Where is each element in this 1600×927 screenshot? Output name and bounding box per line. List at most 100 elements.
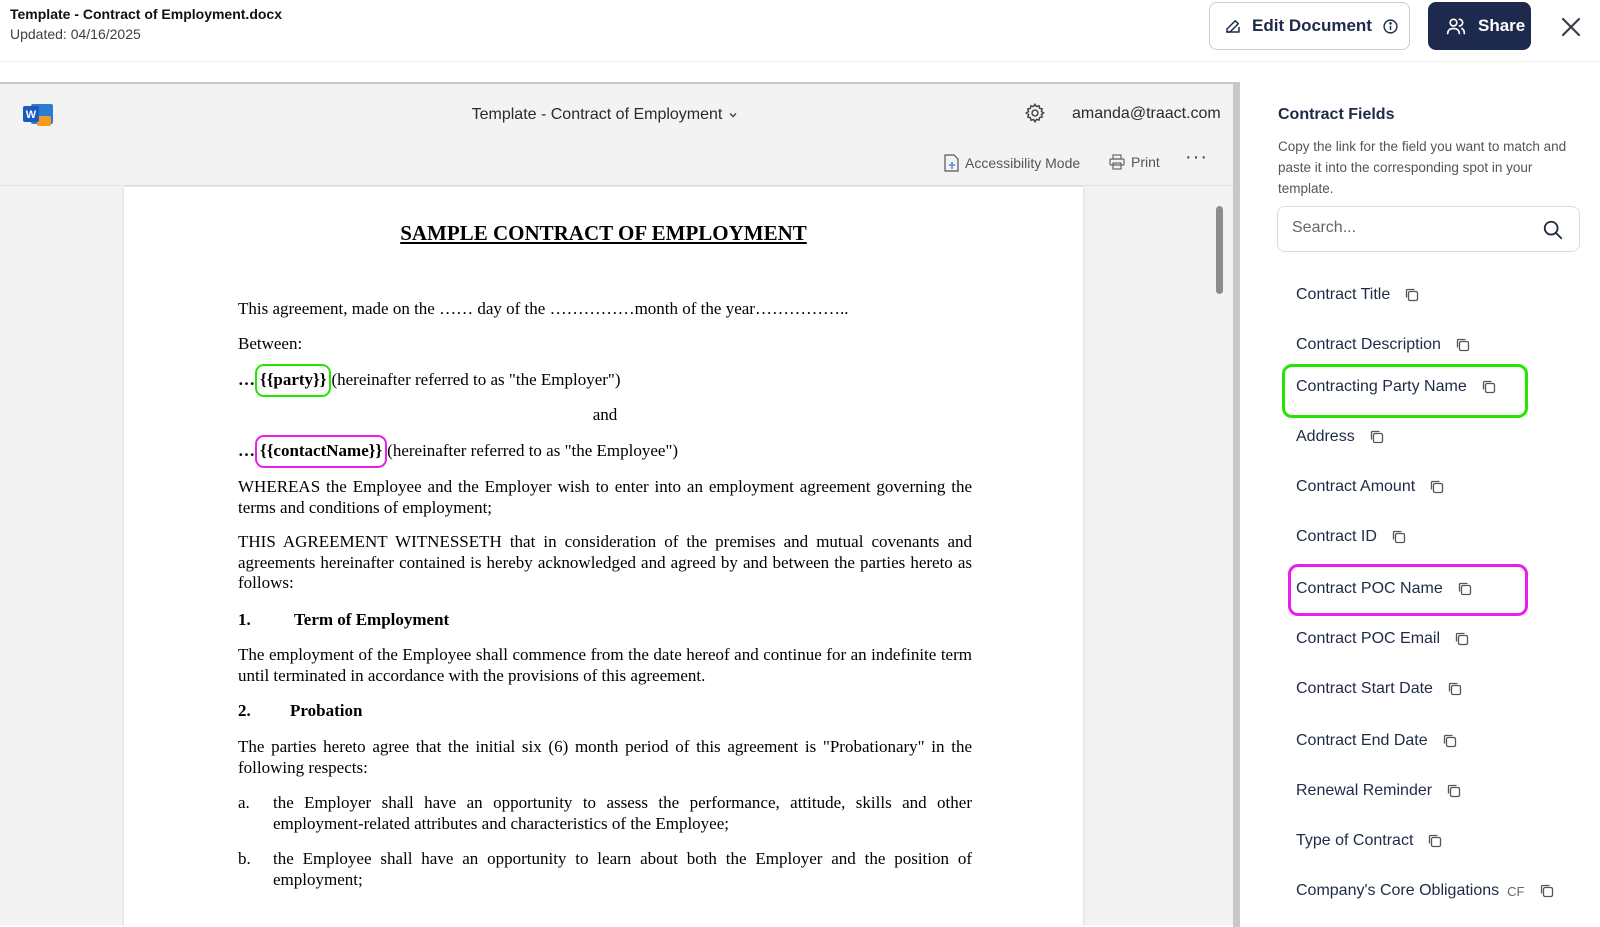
contact-prefix: … <box>238 441 255 460</box>
list-item-text: the Employee shall have an opportunity t… <box>273 849 972 889</box>
document-viewer: W Template - Contract of Employment aman… <box>0 82 1240 927</box>
party-placeholder: {{party}} <box>255 364 332 397</box>
document-page: SAMPLE CONTRACT OF EMPLOYMENT This agree… <box>124 187 1083 927</box>
contract-fields-panel: Contract Fields Copy the link for the fi… <box>1258 82 1600 925</box>
contract-field-label: Company's Core Obligations <box>1296 882 1500 899</box>
more-options-button[interactable]: ··· <box>1185 146 1208 169</box>
contact-name-placeholder: {{contactName}} <box>255 435 388 468</box>
list-item: b. the Employee shall have an opportunit… <box>238 849 972 893</box>
contract-field-label: Contract POC Email <box>1296 630 1441 647</box>
contract-field-label: Contract POC Name <box>1296 580 1443 597</box>
section-1-text: The employment of the Employee shall com… <box>238 645 972 685</box>
contract-field-item[interactable]: Type of Contract <box>1296 832 1443 850</box>
print-label: Print <box>1131 154 1160 170</box>
contract-field-label: Renewal Reminder <box>1296 782 1433 799</box>
edit-document-label: Edit Document <box>1252 16 1372 35</box>
contract-field-item[interactable]: Contract Title <box>1296 286 1420 304</box>
and-label: and <box>592 405 618 424</box>
contract-field-item[interactable]: Address <box>1296 428 1385 446</box>
section-2-text: The parties hereto agree that the initia… <box>238 737 972 777</box>
users-icon <box>1446 18 1466 35</box>
contract-field-item[interactable]: Contract POC Name <box>1296 580 1473 598</box>
copy-icon[interactable] <box>1447 681 1463 697</box>
contact-suffix: (hereinafter referred to as "the Employe… <box>387 441 679 460</box>
contract-field-label: Contract End Date <box>1296 732 1428 749</box>
between-label: Between: <box>238 334 303 353</box>
close-icon <box>1561 17 1581 37</box>
document-title: SAMPLE CONTRACT OF EMPLOYMENT <box>400 221 807 245</box>
copy-icon[interactable] <box>1446 783 1462 799</box>
section-1-number: 1. <box>238 610 251 629</box>
list-item-marker: a. <box>238 793 250 812</box>
contract-field-label: Contract ID <box>1296 528 1377 545</box>
copy-icon[interactable] <box>1539 883 1555 899</box>
party-suffix: (hereinafter referred to as "the Employe… <box>331 370 621 389</box>
whereas-paragraph: WHEREAS the Employee and the Employer wi… <box>238 477 972 517</box>
contract-field-label: Contracting Party Name <box>1296 378 1467 395</box>
gear-icon[interactable] <box>1024 102 1046 124</box>
viewer-edge-track <box>1233 84 1240 927</box>
contract-field-item[interactable]: Contract Start Date <box>1296 680 1463 698</box>
list-item: a. the Employer shall have an opportunit… <box>238 793 972 837</box>
share-label: Share <box>1478 16 1526 35</box>
share-button[interactable]: Share <box>1428 2 1531 50</box>
party-prefix: … <box>238 370 255 389</box>
contract-field-item[interactable]: Contract POC Email <box>1296 630 1470 648</box>
party-line: … {{party}} (hereinafter referred to as "t… <box>238 364 972 397</box>
copy-icon[interactable] <box>1369 429 1385 445</box>
contract-field-item[interactable]: Contract ID <box>1296 528 1407 546</box>
file-title: Template - Contract of Employment.docx <box>10 6 282 22</box>
copy-icon[interactable] <box>1455 337 1471 353</box>
accessibility-mode-label: Accessibility Mode <box>965 155 1081 171</box>
panel-description: Copy the link for the field you want to … <box>1278 139 1567 196</box>
edit-icon <box>1226 20 1240 33</box>
copy-icon[interactable] <box>1481 379 1497 395</box>
contract-field-label: Contract Amount <box>1296 478 1416 495</box>
copy-icon[interactable] <box>1457 581 1473 597</box>
list-item-text: the Employer shall have an opportunity t… <box>273 793 972 833</box>
info-icon[interactable] <box>1382 18 1399 35</box>
contract-field-item[interactable]: Company's Core Obligations CF <box>1296 882 1555 900</box>
copy-icon[interactable] <box>1404 287 1420 303</box>
search-box <box>1277 206 1580 252</box>
copy-icon[interactable] <box>1429 479 1445 495</box>
contract-field-item[interactable]: Contract Description <box>1296 336 1471 354</box>
copy-icon[interactable] <box>1454 631 1470 647</box>
viewer-toolbar: W Template - Contract of Employment aman… <box>0 84 1240 186</box>
contract-field-label: Address <box>1296 428 1355 445</box>
contract-field-label: Contract Start Date <box>1296 680 1433 697</box>
contract-field-item[interactable]: Renewal Reminder <box>1296 782 1462 800</box>
contact-line: … {{contactName}} (hereinafter referred to… <box>238 435 972 468</box>
file-updated-date: Updated: 04/16/2025 <box>10 26 141 42</box>
intro-paragraph: This agreement, made on the …… day of th… <box>238 299 849 318</box>
section-2-title: Probation <box>290 701 363 720</box>
document-scrollbar[interactable] <box>1216 206 1223 294</box>
list-item-marker: b. <box>238 849 251 868</box>
search-input[interactable] <box>1292 219 1532 237</box>
top-header: Template - Contract of Employment.docx U… <box>0 0 1600 62</box>
edit-document-button[interactable]: Edit Document <box>1209 2 1410 50</box>
user-email[interactable]: amanda@traact.com <box>1072 105 1221 123</box>
accessibility-icon <box>944 154 959 172</box>
accessibility-mode-button[interactable]: Accessibility Mode <box>944 154 1080 172</box>
section-2-number: 2. <box>238 701 251 720</box>
copy-icon[interactable] <box>1442 733 1458 749</box>
section-1-heading: 1. Term of Employment <box>238 610 972 631</box>
copy-icon[interactable] <box>1427 833 1443 849</box>
search-icon[interactable] <box>1542 219 1564 241</box>
chevron-down-icon <box>729 113 737 118</box>
copy-icon[interactable] <box>1391 529 1407 545</box>
witnesseth-paragraph: THIS AGREEMENT WITNESSETH that in consid… <box>238 532 972 592</box>
print-button[interactable]: Print <box>1109 154 1160 170</box>
close-button[interactable] <box>1556 12 1586 42</box>
contract-field-item[interactable]: Contract Amount <box>1296 478 1445 496</box>
contract-field-label: Type of Contract <box>1296 832 1414 849</box>
section-2-heading: 2. Probation <box>238 701 972 722</box>
section-1-title: Term of Employment <box>294 610 450 629</box>
printer-icon <box>1109 154 1125 170</box>
panel-title: Contract Fields <box>1278 106 1395 123</box>
contract-field-item[interactable]: Contract End Date <box>1296 732 1458 750</box>
contract-field-item[interactable]: Contracting Party Name <box>1296 378 1497 396</box>
document-name: Template - Contract of Employment <box>471 106 723 123</box>
contract-field-label: Contract Title <box>1296 286 1391 303</box>
